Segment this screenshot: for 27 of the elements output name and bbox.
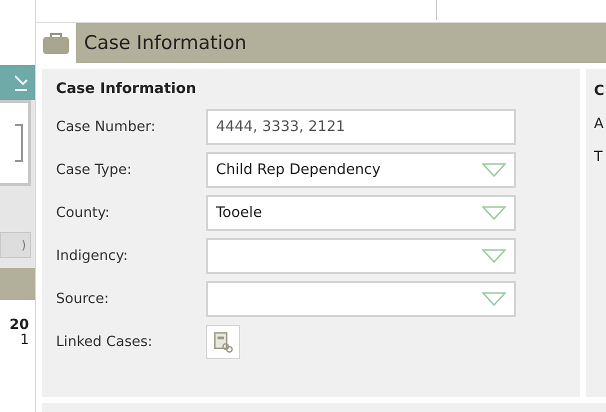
field-label: Indigency: (56, 248, 129, 264)
side-panel-text: A (594, 116, 605, 134)
case-number-field[interactable]: 4444, 3333, 2121 (206, 108, 516, 144)
linked-cases-button[interactable] (206, 324, 240, 358)
dropdown[interactable] (206, 280, 516, 316)
sidebar-bar (0, 268, 35, 300)
bracket-icon (14, 123, 24, 163)
field-label: Case Type: (56, 162, 133, 178)
field-label: County: (56, 204, 111, 220)
document-link-icon (213, 330, 233, 354)
caret-icon (482, 292, 506, 306)
sidebar-number: 1 (20, 333, 29, 348)
caret-icon (482, 206, 506, 220)
side-panel-text: C (594, 83, 606, 101)
briefcase-icon (42, 31, 70, 55)
caret-icon (482, 248, 506, 262)
side-panel-text: T (594, 149, 604, 167)
sidebar-number: 20 (10, 318, 29, 333)
caret-icon (482, 162, 506, 176)
field-label: Source: (56, 290, 110, 306)
dropdown[interactable]: Child Rep Dependency (206, 152, 516, 188)
dropdown[interactable] (206, 238, 516, 274)
section-title: Case Information (83, 31, 247, 56)
dropdown[interactable]: Tooele (206, 194, 516, 230)
panel-heading: Case Information (56, 81, 198, 97)
field-label: Case Number: (56, 118, 156, 134)
field-label: Linked Cases: (56, 334, 154, 350)
